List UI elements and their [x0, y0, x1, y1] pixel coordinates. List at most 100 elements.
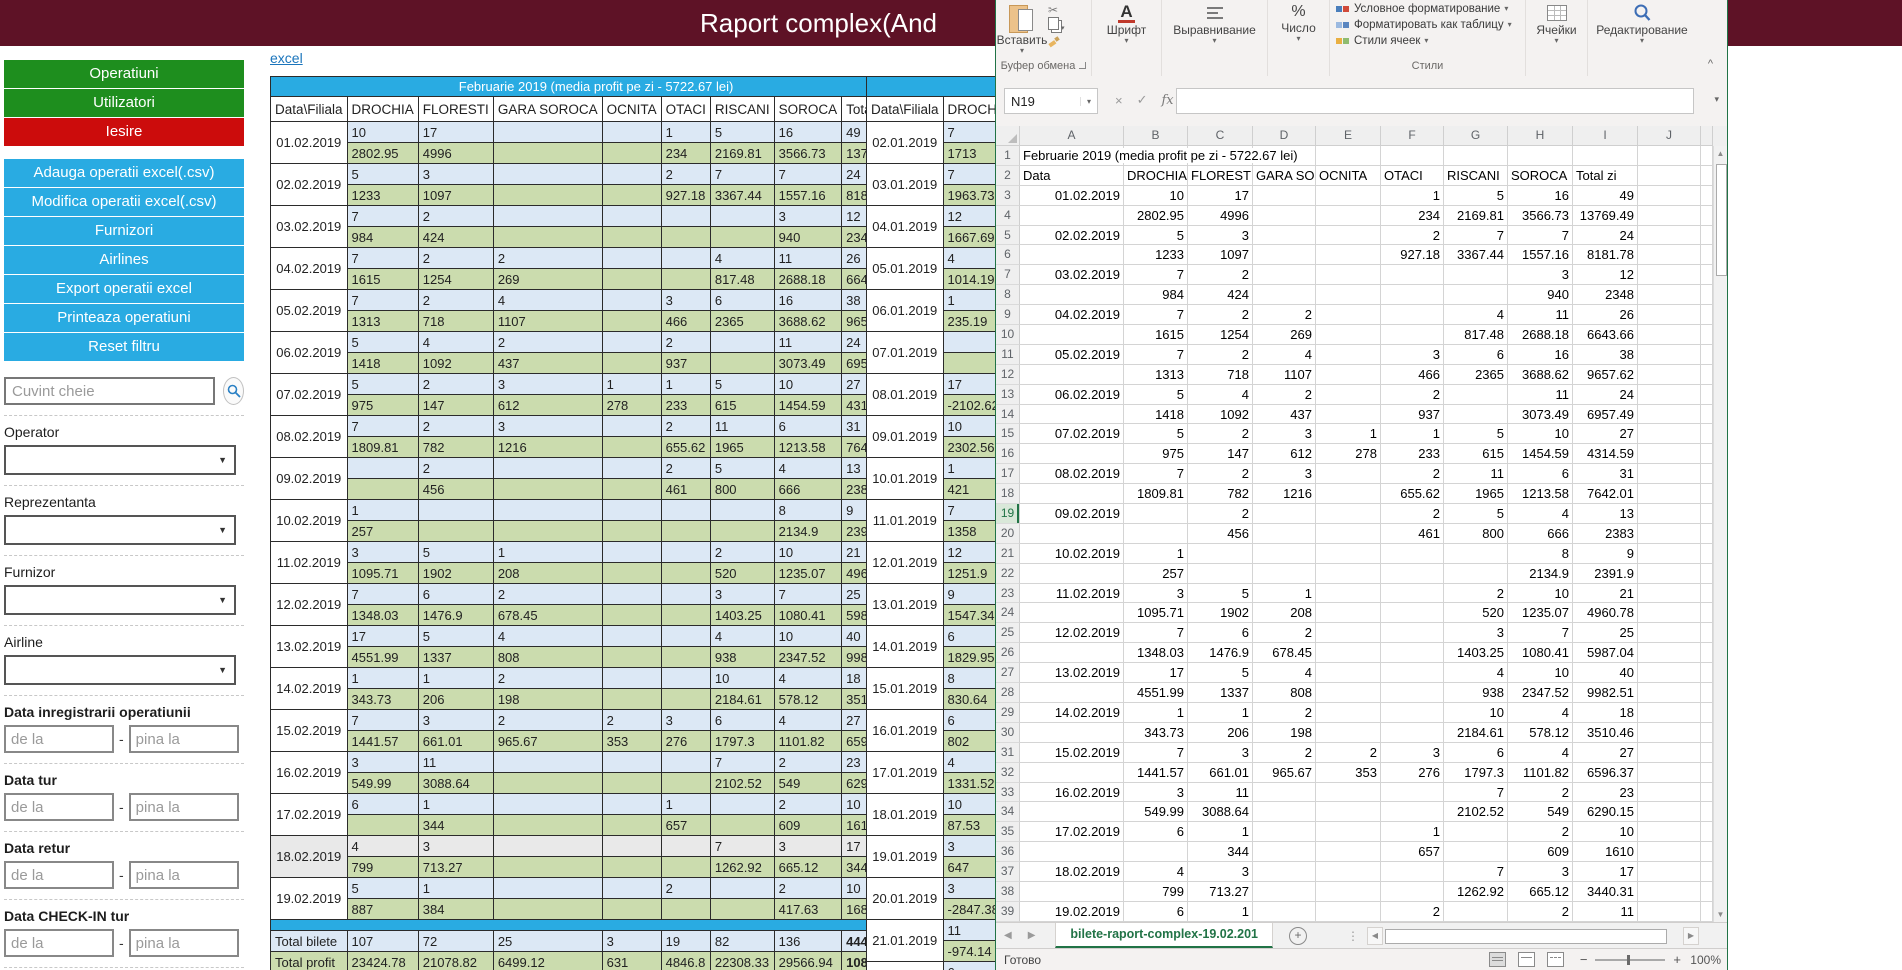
cell[interactable]: 2 — [1188, 424, 1253, 444]
cell[interactable]: 343.73 — [1124, 723, 1188, 743]
cell[interactable] — [1444, 842, 1508, 862]
cell[interactable]: 3 — [1444, 623, 1508, 643]
cell[interactable] — [1701, 763, 1713, 783]
cell[interactable]: 5 — [1444, 186, 1508, 206]
cell[interactable] — [1316, 564, 1381, 584]
cell[interactable]: 1797.3 — [1444, 763, 1508, 783]
cell[interactable]: 03.02.2019 — [1020, 265, 1124, 285]
cell[interactable]: 4314.59 — [1573, 444, 1638, 464]
cell[interactable] — [1638, 166, 1701, 186]
cell[interactable]: 2 — [1381, 464, 1444, 484]
cell[interactable] — [1253, 226, 1316, 246]
cell[interactable]: 3 — [1381, 743, 1444, 763]
cell[interactable]: 1 — [1316, 424, 1381, 444]
cell[interactable]: 2 — [1381, 902, 1444, 922]
row-header-2[interactable]: 2 — [996, 166, 1020, 186]
cell[interactable]: 2 — [1253, 305, 1316, 325]
row-header-24[interactable]: 24 — [996, 603, 1020, 623]
cell[interactable]: 10 — [1508, 424, 1573, 444]
cell[interactable] — [1638, 703, 1701, 723]
cell[interactable]: 2347.52 — [1508, 683, 1573, 703]
cell[interactable]: 615 — [1444, 444, 1508, 464]
cell[interactable]: 3 — [1508, 265, 1573, 285]
cell[interactable] — [1253, 285, 1316, 305]
cell[interactable]: 2 — [1253, 743, 1316, 763]
cell[interactable] — [1316, 584, 1381, 604]
cell[interactable] — [1444, 405, 1508, 425]
cell[interactable]: 11 — [1508, 305, 1573, 325]
cell[interactable]: 1254 — [1188, 325, 1253, 345]
cell[interactable]: 5 — [1124, 385, 1188, 405]
cell[interactable] — [1316, 663, 1381, 683]
cell[interactable] — [1316, 226, 1381, 246]
cell[interactable] — [1020, 325, 1124, 345]
cell[interactable]: 1 — [1253, 584, 1316, 604]
cell[interactable] — [1020, 405, 1124, 425]
cell[interactable] — [1020, 842, 1124, 862]
cell[interactable]: 7 — [1444, 226, 1508, 246]
cell[interactable]: 3688.62 — [1508, 365, 1573, 385]
row-header-27[interactable]: 27 — [996, 663, 1020, 683]
cell[interactable]: 3 — [1124, 783, 1188, 803]
cell[interactable]: 1403.25 — [1444, 643, 1508, 663]
date-from-input[interactable] — [4, 725, 114, 753]
cell[interactable]: 13769.49 — [1573, 206, 1638, 226]
cell[interactable] — [1701, 723, 1713, 743]
sidebar-action-button[interactable]: Reset filtru — [4, 333, 244, 361]
sidebar-action-button[interactable]: Airlines — [4, 246, 244, 274]
cell[interactable]: 1313 — [1124, 365, 1188, 385]
cell[interactable]: 1262.92 — [1444, 882, 1508, 902]
cell[interactable] — [1020, 484, 1124, 504]
cell[interactable]: 1080.41 — [1508, 643, 1573, 663]
cell[interactable] — [1701, 643, 1713, 663]
cell[interactable]: 353 — [1316, 763, 1381, 783]
cell[interactable]: 6 — [1508, 464, 1573, 484]
cell[interactable]: 16 — [1508, 345, 1573, 365]
cell[interactable]: 7 — [1124, 345, 1188, 365]
cell[interactable] — [1638, 603, 1701, 623]
cell[interactable]: 13 — [1573, 504, 1638, 524]
cell[interactable] — [1316, 325, 1381, 345]
cell[interactable]: 3 — [1124, 584, 1188, 604]
cell[interactable] — [1381, 146, 1444, 166]
cell[interactable] — [1638, 643, 1701, 663]
cell[interactable] — [1316, 345, 1381, 365]
cell[interactable]: 3 — [1253, 464, 1316, 484]
cell[interactable] — [1444, 385, 1508, 405]
cell[interactable]: 975 — [1124, 444, 1188, 464]
cell[interactable]: 6 — [1124, 822, 1188, 842]
cell[interactable]: 276 — [1381, 763, 1444, 783]
cell[interactable]: 4 — [1253, 345, 1316, 365]
cell[interactable] — [1638, 484, 1701, 504]
cell[interactable]: 1418 — [1124, 405, 1188, 425]
cell[interactable] — [1701, 424, 1713, 444]
cell[interactable] — [1638, 186, 1701, 206]
column-header-I[interactable]: I — [1573, 126, 1638, 146]
cell[interactable] — [1316, 683, 1381, 703]
cell[interactable] — [1253, 186, 1316, 206]
filter-select[interactable]: ▼ — [4, 515, 236, 545]
cell[interactable] — [1020, 763, 1124, 783]
cell[interactable]: 7 — [1124, 305, 1188, 325]
row-header-14[interactable]: 14 — [996, 405, 1020, 425]
scroll-right-icon[interactable]: ▶ — [1683, 927, 1699, 945]
cell[interactable] — [1020, 723, 1124, 743]
cell[interactable]: 6643.66 — [1573, 325, 1638, 345]
cell[interactable]: 2 — [1188, 265, 1253, 285]
sheet-prev-icon[interactable]: ◀ — [1004, 930, 1012, 941]
cell[interactable]: 578.12 — [1508, 723, 1573, 743]
cell[interactable]: 2 — [1188, 305, 1253, 325]
cell[interactable] — [1020, 643, 1124, 663]
scroll-up-icon[interactable]: ▲ — [1714, 146, 1727, 161]
date-from-input[interactable] — [4, 861, 114, 889]
vscroll-thumb[interactable] — [1716, 164, 1727, 276]
cell[interactable] — [1316, 882, 1381, 902]
date-to-input[interactable] — [129, 861, 239, 889]
cell[interactable]: 09.02.2019 — [1020, 504, 1124, 524]
cell[interactable] — [1381, 623, 1444, 643]
cell[interactable] — [1381, 285, 1444, 305]
cell[interactable]: 2348 — [1573, 285, 1638, 305]
cell[interactable]: 2 — [1381, 504, 1444, 524]
cell[interactable] — [1020, 285, 1124, 305]
cell[interactable] — [1701, 385, 1713, 405]
